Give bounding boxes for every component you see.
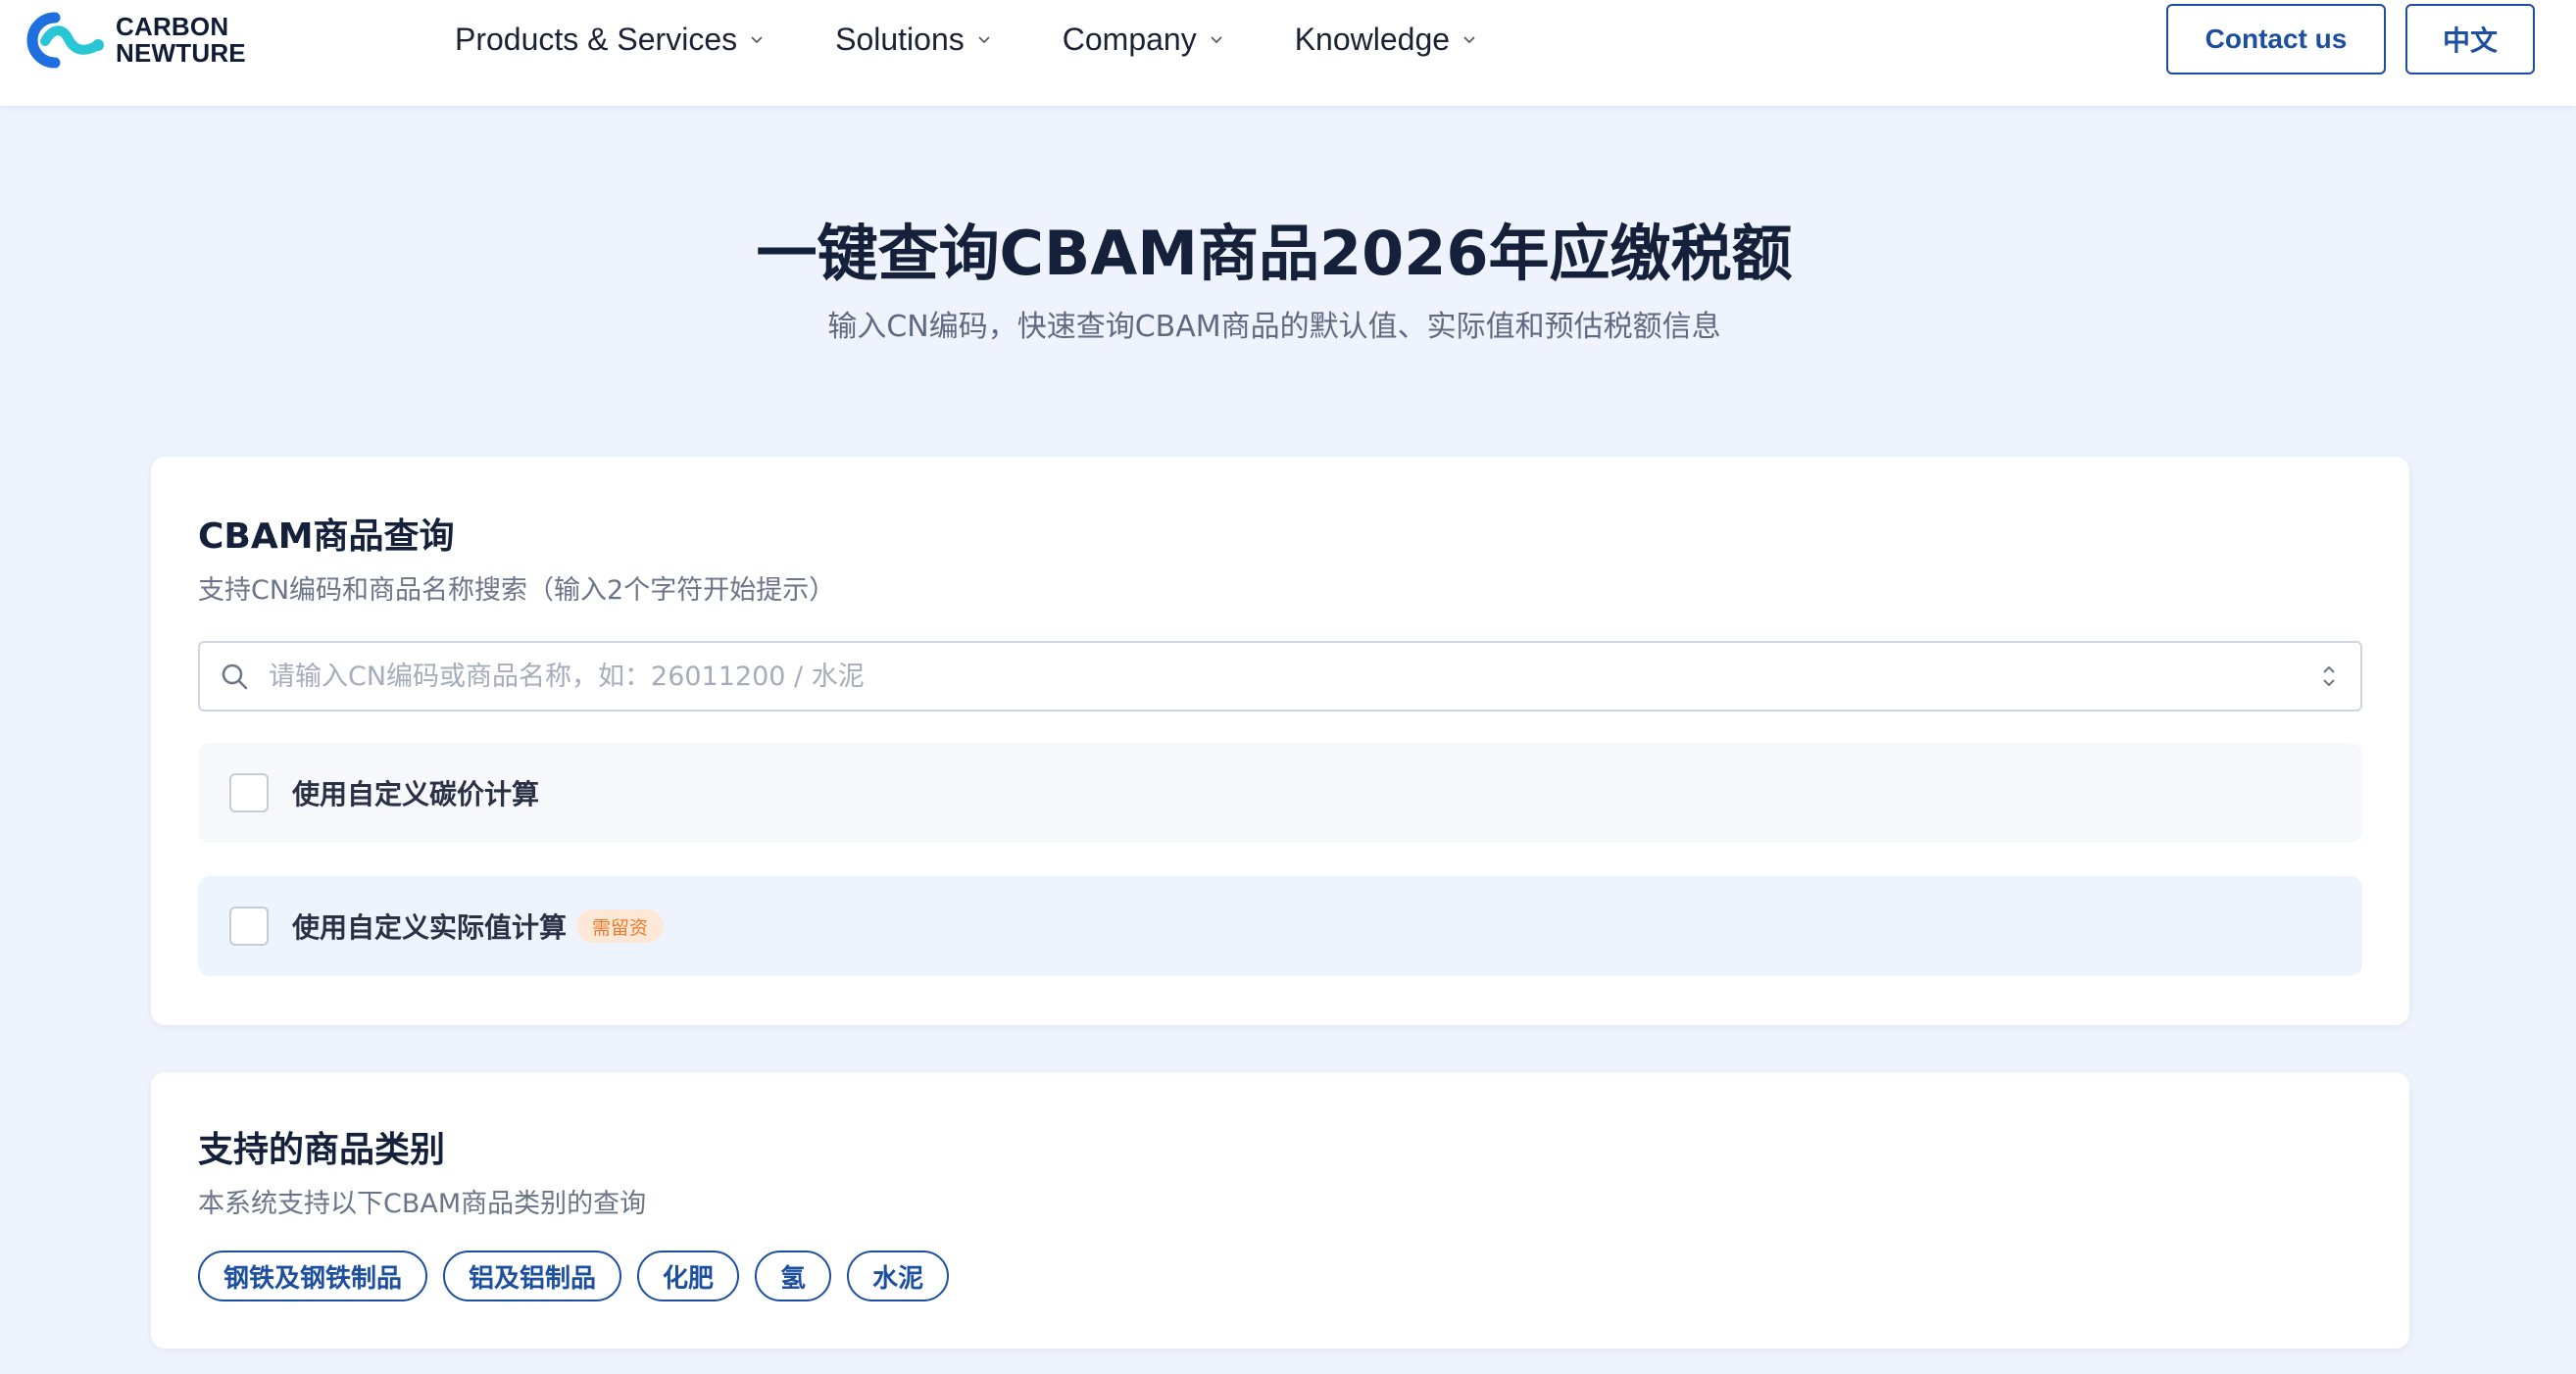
logo-line-2: NEWTURE — [116, 38, 246, 68]
chevron-down-icon — [978, 36, 990, 44]
nav-label: Knowledge — [1294, 21, 1451, 57]
leave-info-badge: 需留资 — [576, 909, 665, 943]
logo-line-1: CARBON — [116, 12, 229, 41]
site-header: CARBON NEWTURE Products & Services Solut… — [0, 0, 2576, 106]
categories-card-title: 支持的商品类别 — [198, 1130, 446, 1170]
search-input[interactable] — [269, 647, 2321, 706]
category-tag-fertilizer[interactable]: 化肥 — [637, 1251, 740, 1301]
nav-label: Products & Services — [455, 21, 738, 57]
categories-card-description: 本系统支持以下CBAM商品类别的查询 — [198, 1189, 647, 1219]
category-tag-aluminium[interactable]: 铝及铝制品 — [443, 1251, 622, 1301]
page-title: 一键查询CBAM商品2026年应缴税额 — [756, 218, 1793, 289]
nav-products-services[interactable]: Products & Services — [455, 22, 765, 58]
chevron-up-down-icon[interactable] — [2321, 663, 2337, 689]
custom-actual-value-option[interactable]: 使用自定义实际值计算 需留资 — [198, 876, 2362, 976]
chevron-down-icon — [1463, 36, 1475, 44]
option-label: 使用自定义实际值计算 — [292, 911, 568, 944]
category-tag-cement[interactable]: 水泥 — [847, 1251, 950, 1301]
page-subtitle: 输入CN编码，快速查询CBAM商品的默认值、实际值和预估税额信息 — [827, 310, 1721, 344]
nav-label: Company — [1062, 21, 1197, 57]
cbam-query-card: CBAM商品查询 支持CN编码和商品名称搜索（输入2个字符开始提示） 使用自定义… — [151, 457, 2409, 1025]
chevron-down-icon — [1211, 36, 1222, 44]
option-label: 使用自定义碳价计算 — [292, 778, 540, 810]
carbon-newture-logo-icon — [26, 12, 104, 69]
nav-solutions[interactable]: Solutions — [835, 22, 992, 58]
custom-carbon-price-option[interactable]: 使用自定义碳价计算 — [198, 743, 2362, 843]
custom-actual-value-checkbox[interactable] — [229, 907, 269, 946]
category-tag-steel[interactable]: 钢铁及钢铁制品 — [198, 1251, 428, 1301]
search-icon — [222, 663, 248, 690]
contact-us-button[interactable]: Contact us — [2166, 4, 2386, 74]
main-nav: Products & Services Solutions Company Kn… — [455, 0, 1548, 78]
supported-categories-card: 支持的商品类别 本系统支持以下CBAM商品类别的查询 钢铁及钢铁制品 铝及铝制品… — [151, 1072, 2409, 1349]
language-switch-button[interactable]: 中文 — [2405, 4, 2535, 74]
logo[interactable]: CARBON NEWTURE — [24, 10, 246, 71]
custom-carbon-price-checkbox[interactable] — [229, 773, 269, 812]
nav-knowledge[interactable]: Knowledge — [1295, 22, 1477, 58]
category-tag-hydrogen[interactable]: 氢 — [755, 1251, 832, 1301]
query-card-description: 支持CN编码和商品名称搜索（输入2个字符开始提示） — [198, 575, 836, 606]
search-combobox[interactable] — [198, 641, 2362, 712]
nav-company[interactable]: Company — [1063, 22, 1224, 58]
category-tags: 钢铁及钢铁制品 铝及铝制品 化肥 氢 水泥 — [198, 1251, 965, 1301]
query-card-title: CBAM商品查询 — [198, 516, 455, 557]
nav-label: Solutions — [835, 21, 965, 57]
chevron-down-icon — [751, 36, 763, 44]
logo-text: CARBON NEWTURE — [116, 14, 246, 67]
